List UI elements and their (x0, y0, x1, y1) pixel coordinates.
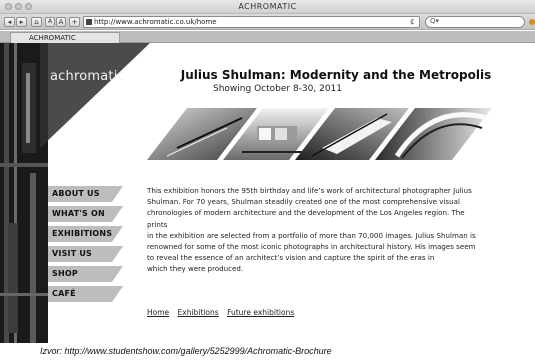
site-favicon-icon (86, 19, 92, 25)
browser-toolbar: ◂ ▸ ⌂ A A + http://www.achromatic.co.uk/… (0, 14, 535, 30)
source-caption: Izvor: http://www.studentshow.com/galler… (40, 346, 332, 356)
nav-shop[interactable]: SHOP (48, 266, 123, 282)
search-icon: Q▾ (430, 17, 440, 25)
home-button[interactable]: ⌂ (31, 17, 42, 27)
nav-about-us[interactable]: ABOUT US (48, 186, 123, 202)
text-smaller-button[interactable]: A (45, 17, 55, 27)
text-larger-button[interactable]: A (56, 17, 66, 27)
home-icon: ⌂ (34, 18, 39, 26)
address-bar[interactable]: http://www.achromatic.co.uk/home ¢ (83, 16, 420, 28)
nav-visit-us[interactable]: VISIT US (48, 246, 123, 262)
search-field[interactable]: Q▾ (425, 16, 525, 28)
nav-label: EXHIBITIONS (52, 229, 113, 238)
add-bookmark-button[interactable]: + (69, 17, 80, 27)
footer-links: Home Exhibitions Future exhibitions (147, 308, 300, 317)
nav-exhibitions[interactable]: EXHIBITIONS (48, 226, 123, 242)
description-line: Shulman. For 70 years, Shulman steadily … (147, 197, 460, 207)
forward-arrow-icon: ▸ (19, 18, 24, 26)
nav-cafe[interactable]: CAFÉ (48, 286, 123, 302)
exhibition-dates: Showing October 8-30, 2011 (213, 84, 342, 94)
description-line: This exhibition honors the 95th birthday… (147, 186, 472, 195)
forward-button[interactable]: ▸ (16, 17, 27, 27)
reload-icon[interactable]: ¢ (410, 17, 415, 26)
window-title: ACHROMATIC (238, 2, 297, 11)
tab-achromatic[interactable]: ACHROMATIC (10, 32, 120, 43)
description-line: renowned for some of the most iconic pho… (147, 242, 476, 252)
site-logo[interactable]: achromatic (50, 69, 125, 84)
back-button[interactable]: ◂ (4, 17, 15, 27)
web-page: achromatic Julius Shulman: Modernity and… (0, 43, 535, 343)
page-title: Julius Shulman: Modernity and the Metrop… (180, 68, 492, 82)
nav-whats-on[interactable]: WHAT'S ON (48, 206, 123, 222)
link-home[interactable]: Home (147, 308, 169, 317)
photo-strip (147, 108, 492, 160)
description-line: chronologies of modern architecture and … (147, 208, 465, 229)
exhibition-description: This exhibition honors the 95th birthday… (147, 185, 487, 275)
link-future-exhibitions[interactable]: Future exhibitions (227, 308, 294, 317)
window-titlebar: ACHROMATIC (0, 0, 535, 14)
rss-icon[interactable] (529, 19, 535, 25)
nav-label: ABOUT US (52, 189, 100, 198)
nav-label: WHAT'S ON (52, 209, 105, 218)
nav-label: VISIT US (52, 249, 93, 258)
description-line: to reveal the essence of an architect’s … (147, 253, 435, 263)
address-bar-url: http://www.achromatic.co.uk/home (94, 18, 217, 26)
link-exhibitions[interactable]: Exhibitions (178, 308, 219, 317)
back-arrow-icon: ◂ (7, 18, 12, 26)
tab-bar: ACHROMATIC (0, 31, 535, 43)
description-line: in the exhibition are selected from a po… (147, 230, 476, 240)
description-line: which they were produced. (147, 264, 244, 274)
nav-label: CAFÉ (52, 289, 76, 298)
nav-label: SHOP (52, 269, 78, 278)
